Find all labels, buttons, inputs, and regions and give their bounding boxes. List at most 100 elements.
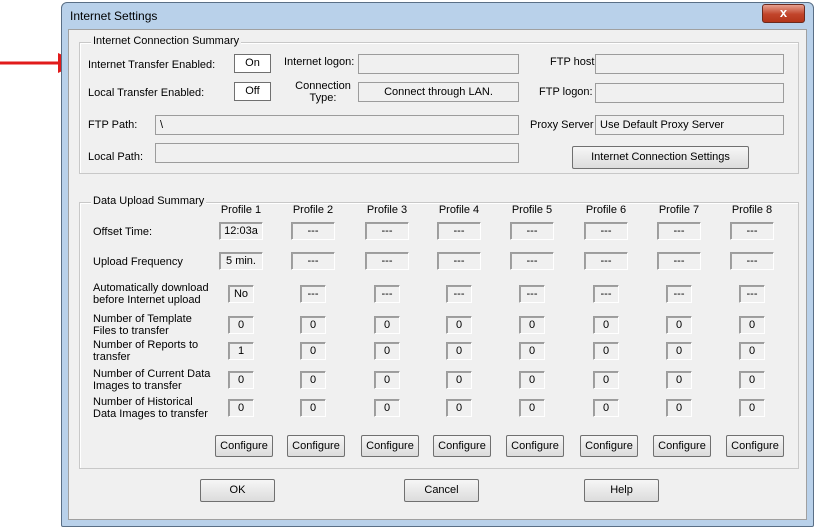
close-button[interactable]: x [762,4,805,23]
upload-value-box: 0 [300,399,326,417]
configure-button[interactable]: Configure [653,435,711,457]
upload-value-box: 1 [228,342,254,360]
upload-row-label: Number of Template Files to transfer [93,313,192,337]
upload-value-box: 0 [666,371,692,389]
upload-value-box: 0 [446,371,472,389]
upload-value-box: 0 [446,399,472,417]
upload-value-box: --- [730,252,774,270]
upload-value-box: 0 [739,342,765,360]
profile-header: Profile 2 [292,204,334,216]
upload-value-box: 0 [519,399,545,417]
upload-value-box: 0 [593,399,619,417]
ftp-host-field [595,54,784,74]
upload-value-box: --- [437,252,481,270]
upload-row-label: Automatically download before Internet u… [93,282,209,306]
close-icon: x [779,5,788,20]
upload-value-box: 0 [300,342,326,360]
upload-value-box: --- [300,285,326,303]
upload-value-box: 0 [519,342,545,360]
ftp-host-label: FTP host: [550,56,598,68]
upload-value-box: --- [446,285,472,303]
upload-value-box: 0 [519,316,545,334]
ftp-path-field: \ [155,115,519,135]
upload-value-box: --- [730,222,774,240]
upload-value-box: --- [584,252,628,270]
upload-value-box: 0 [300,316,326,334]
configure-button[interactable]: Configure [215,435,273,457]
local-path-field [155,143,519,163]
upload-value-box: 0 [228,371,254,389]
upload-value-box: 0 [228,399,254,417]
upload-value-box: --- [657,222,701,240]
upload-value-box: No [228,285,254,303]
ok-button[interactable]: OK [200,479,275,502]
profile-header: Profile 8 [731,204,773,216]
upload-value-box: 0 [446,342,472,360]
upload-row-label: Offset Time: [93,226,153,238]
local-transfer-toggle[interactable]: Off [234,82,271,101]
upload-value-box: 0 [739,316,765,334]
upload-value-box: 0 [593,371,619,389]
connection-type-field: Connect through LAN. [358,82,519,102]
upload-value-box: --- [365,222,409,240]
upload-value-box: 0 [593,316,619,334]
upload-value-box: --- [593,285,619,303]
upload-value-box: --- [291,252,335,270]
upload-value-box: --- [739,285,765,303]
upload-value-box: --- [374,285,400,303]
internet-settings-window: Internet Settings x Internet Connection … [61,2,814,527]
ftp-logon-label: FTP logon: [539,86,593,98]
profile-header: Profile 4 [438,204,480,216]
upload-value-box: 0 [666,399,692,417]
upload-value-box: --- [291,222,335,240]
upload-value-box: 0 [593,342,619,360]
upload-value-box: 0 [739,371,765,389]
configure-button[interactable]: Configure [361,435,419,457]
upload-value-box: 0 [228,316,254,334]
configure-button[interactable]: Configure [580,435,638,457]
proxy-server-label: Proxy Server [530,119,594,131]
upload-value-box: 5 min. [219,252,263,270]
upload-value-box: 0 [446,316,472,334]
upload-row-label: Upload Frequency [93,256,183,268]
internet-logon-label: Internet logon: [284,56,355,68]
upload-value-box: 12:03a [219,222,263,240]
data-upload-summary-title: Data Upload Summary [91,195,207,207]
upload-value-box: 0 [374,371,400,389]
upload-row-label: Number of Current Data Images to transfe… [93,368,211,392]
proxy-server-field: Use Default Proxy Server [595,115,784,135]
internet-logon-field [358,54,519,74]
local-path-label: Local Path: [88,151,144,163]
internet-transfer-label: Internet Transfer Enabled: [88,59,216,71]
profile-header: Profile 3 [366,204,408,216]
upload-row-label: Number of Reports to transfer [93,339,199,363]
upload-value-box: --- [510,222,554,240]
window-title: Internet Settings [70,9,158,23]
profile-header: Profile 7 [658,204,700,216]
profile-header: Profile 1 [220,204,262,216]
profile-header: Profile 6 [585,204,627,216]
upload-value-box: 0 [666,316,692,334]
configure-button[interactable]: Configure [506,435,564,457]
upload-value-box: --- [510,252,554,270]
upload-value-box: --- [666,285,692,303]
internet-connection-settings-button[interactable]: Internet Connection Settings [572,146,749,169]
upload-value-box: --- [437,222,481,240]
ftp-path-label: FTP Path: [88,119,138,131]
upload-value-box: --- [519,285,545,303]
upload-value-box: --- [365,252,409,270]
local-transfer-label: Local Transfer Enabled: [88,87,205,99]
upload-row-label: Number of Historical Data Images to tran… [93,396,208,420]
connection-summary-title: Internet Connection Summary [91,35,242,47]
upload-value-box: 0 [739,399,765,417]
help-button[interactable]: Help [584,479,659,502]
internet-transfer-toggle[interactable]: On [234,54,271,73]
profile-header: Profile 5 [511,204,553,216]
configure-button[interactable]: Configure [287,435,345,457]
upload-value-box: 0 [374,399,400,417]
upload-value-box: --- [657,252,701,270]
configure-button[interactable]: Configure [726,435,784,457]
upload-value-box: 0 [666,342,692,360]
configure-button[interactable]: Configure [433,435,491,457]
cancel-button[interactable]: Cancel [404,479,479,502]
